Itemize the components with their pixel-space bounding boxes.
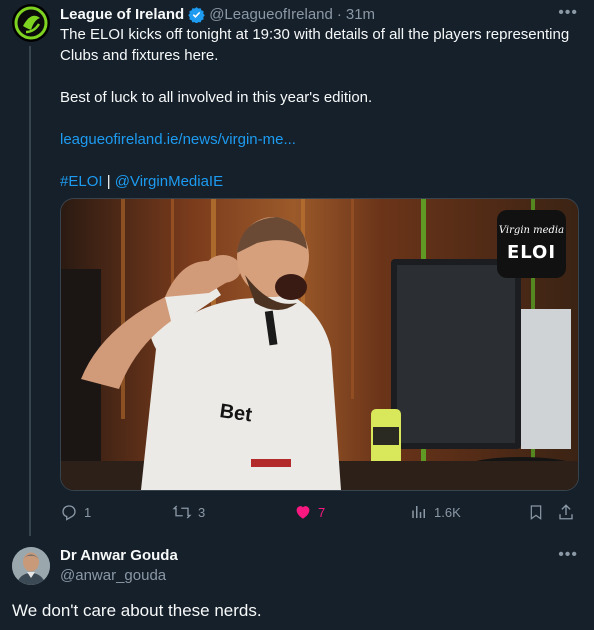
hashtag-link[interactable]: #ELOI bbox=[60, 173, 103, 190]
like-count: 7 bbox=[318, 504, 326, 520]
shirt-sponsor-text: Bet bbox=[218, 400, 253, 426]
views-action[interactable]: 1.6K bbox=[410, 503, 461, 521]
like-action[interactable]: 7 bbox=[294, 503, 325, 521]
bookmark-icon bbox=[530, 505, 542, 520]
views-count: 1.6K bbox=[434, 504, 461, 520]
author-name[interactable]: League of Ireland bbox=[60, 6, 184, 23]
user-photo-icon bbox=[12, 547, 50, 585]
timestamp[interactable]: 31m bbox=[346, 6, 375, 23]
tweet-text-line2: Best of luck to all involved in this yea… bbox=[60, 89, 373, 106]
tweet-media-photo[interactable]: Bet Virgin media ELOI bbox=[60, 198, 579, 491]
badge-brand-text: Virgin media bbox=[498, 225, 565, 236]
reply-more-icon[interactable]: ••• bbox=[558, 546, 578, 564]
author-handle[interactable]: @LeagueofIreland bbox=[209, 6, 333, 23]
mention-link[interactable]: @VirginMediaIE bbox=[115, 173, 223, 190]
more-icon[interactable]: ••• bbox=[558, 4, 578, 22]
share-icon bbox=[559, 504, 573, 520]
reply-action[interactable]: 1 bbox=[60, 503, 91, 521]
heart-icon bbox=[296, 506, 310, 519]
verified-badge-icon bbox=[188, 6, 205, 23]
views-icon bbox=[412, 506, 425, 518]
tweet-actions: 1 3 7 1.6K bbox=[60, 503, 577, 523]
reply-count: 1 bbox=[84, 504, 92, 520]
pipe-separator: | bbox=[102, 173, 115, 190]
retweet-action[interactable]: 3 bbox=[172, 503, 205, 521]
anwar-gouda-avatar[interactable] bbox=[12, 547, 50, 585]
badge-logo-text: ELOI bbox=[506, 242, 557, 263]
retweet-count: 3 bbox=[198, 504, 206, 520]
tweet-text-line1: The ELOI kicks off tonight at 19:30 with… bbox=[60, 26, 570, 64]
retweet-icon bbox=[172, 505, 192, 519]
article-link[interactable]: leagueofireland.ie/news/virgin-me... bbox=[60, 131, 296, 148]
tweet-header: League of Ireland @LeagueofIreland · 31m… bbox=[60, 4, 578, 24]
bookmark-action[interactable] bbox=[528, 503, 544, 521]
reply-author-name[interactable]: Dr Anwar Gouda bbox=[60, 547, 178, 564]
reply-author-handle[interactable]: @anwar_gouda bbox=[60, 567, 166, 584]
league-of-ireland-avatar[interactable] bbox=[12, 4, 50, 42]
league-logo-icon bbox=[14, 6, 48, 40]
reply-icon bbox=[62, 505, 76, 521]
virgin-media-eloi-badge: Virgin media ELOI bbox=[497, 210, 566, 278]
separator: · bbox=[336, 5, 342, 23]
reply-text: We don't care about these nerds. bbox=[12, 601, 262, 620]
thread-line bbox=[29, 46, 31, 536]
share-action[interactable] bbox=[557, 503, 575, 521]
tweet-text: The ELOI kicks off tonight at 19:30 with… bbox=[60, 24, 575, 192]
